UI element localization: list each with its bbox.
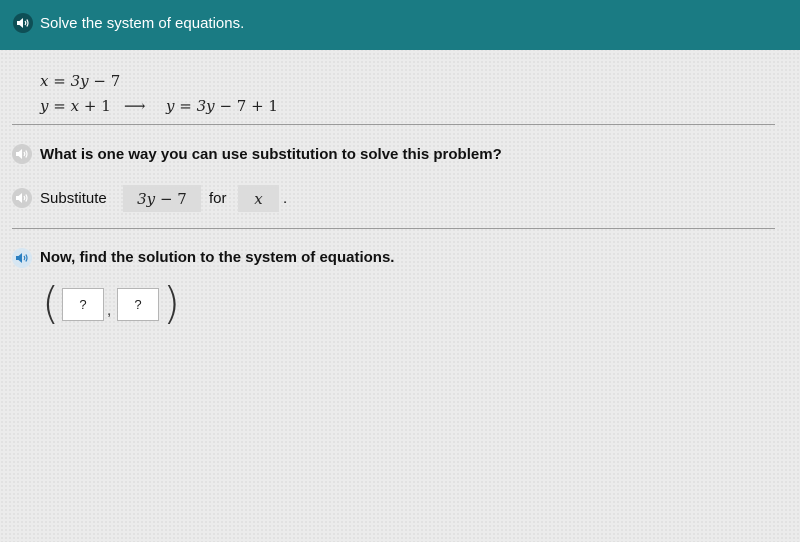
equation-line-1: x = 3y − 7 [40,72,120,90]
eq3-rhs-var: 3y [196,97,215,115]
eq2-rhs-var: x [70,97,80,115]
eq1-rhs-var: 3y [70,72,89,90]
eq2-equals: = [53,97,66,115]
equation-line-2: y = x + 1 [40,97,111,115]
close-paren: ) [163,278,181,329]
arrow-icon: ⟶ [124,97,146,115]
eq3-rhs-rest: − 7 + 1 [219,97,278,115]
eq3-equals: = [179,97,192,115]
expr-var: 3y [137,189,156,208]
eq3-lhs: y [166,97,175,115]
question-2-text: Now, find the solution to the system of … [40,249,395,266]
speaker-icon[interactable] [13,13,33,33]
substitution-expression: 3y − 7 [123,185,201,212]
speaker-icon[interactable] [12,248,32,268]
x-answer-input[interactable]: ? [62,288,104,321]
eq2-rhs-rest: + 1 [83,97,111,115]
open-paren: ( [42,278,60,329]
period: . [283,190,288,207]
eq2-lhs: y [40,97,49,115]
substitute-label: Substitute [40,190,107,207]
divider [12,124,775,125]
for-label: for [209,190,227,207]
question-1-text: What is one way you can use substitution… [40,146,502,163]
header-bar: Solve the system of equations. [0,0,800,50]
substitution-target: x [238,185,279,212]
comma: , [107,302,112,319]
equation-line-3: y = 3y − 7 + 1 [166,97,278,115]
y-answer-input[interactable]: ? [117,288,159,321]
expr-rest: − 7 [159,189,187,208]
speaker-icon[interactable] [12,188,32,208]
eq1-rhs-rest: − 7 [93,72,121,90]
speaker-icon[interactable] [12,144,32,164]
target-var: x [254,189,263,208]
eq1-equals: = [53,72,66,90]
eq1-lhs: x [40,72,49,90]
header-title: Solve the system of equations. [40,15,245,32]
divider [12,228,775,229]
